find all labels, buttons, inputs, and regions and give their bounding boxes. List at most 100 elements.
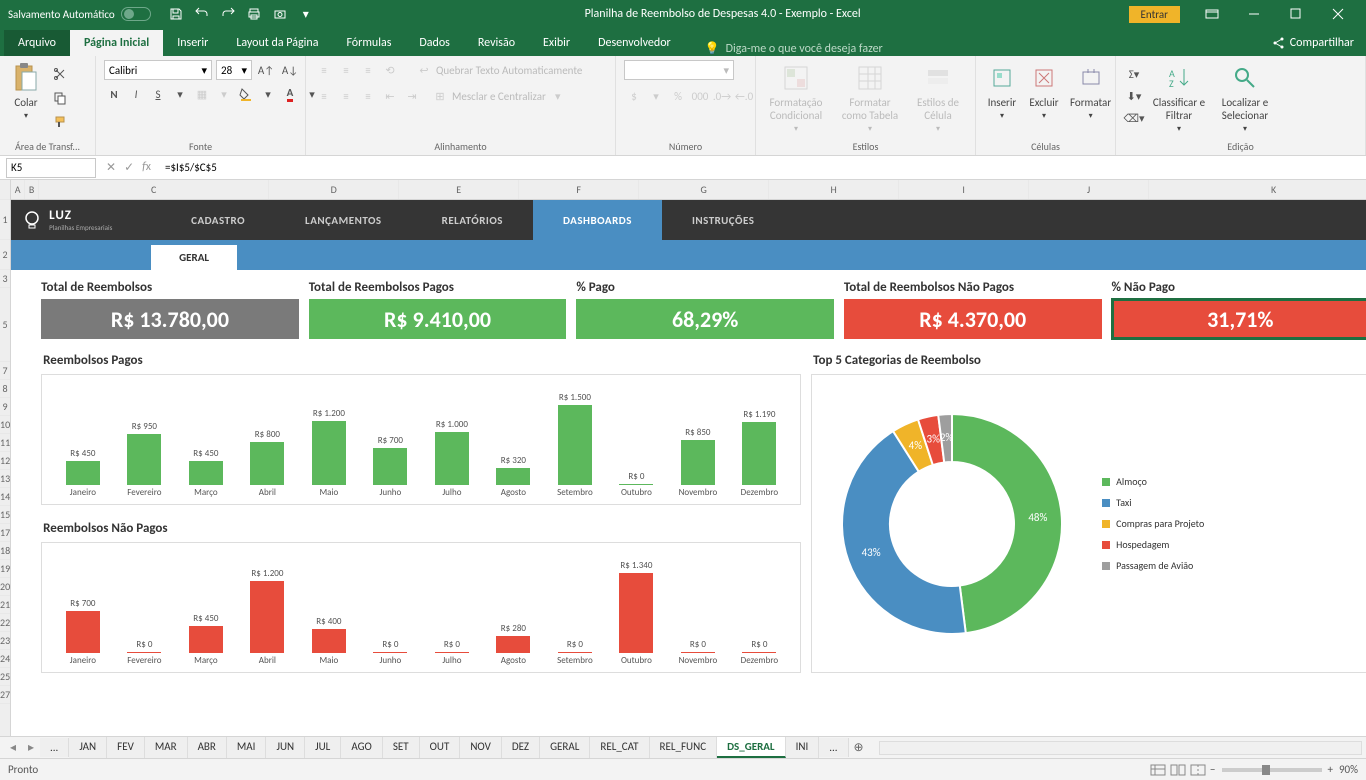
maximize-icon[interactable] [1276,0,1316,28]
border-icon[interactable]: ▦ [192,84,212,104]
increase-decimal-icon[interactable]: .0→ [712,86,732,106]
sheet-tab[interactable]: REL_CAT [590,737,649,758]
dashnav-item[interactable]: CADASTRO [161,200,275,240]
sheet-tab[interactable]: NOV [460,737,502,758]
kpi-pct-naopago-value[interactable]: 31,71% [1112,299,1366,339]
wrap-text-label[interactable]: Quebrar Texto Automaticamente [436,64,582,77]
row-header[interactable]: 24 [0,650,10,668]
minimize-icon[interactable] [1234,0,1274,28]
align-left-icon[interactable]: ≡ [314,86,334,106]
sheet-tab[interactable]: JAN [69,737,107,758]
col-header[interactable]: E [399,180,519,199]
column-headers[interactable]: ABCDEFGHIJK [11,180,1366,200]
tab-view[interactable]: Exibir [529,30,584,56]
align-right-icon[interactable]: ≡ [358,86,378,106]
tab-formulas[interactable]: Fórmulas [332,30,405,56]
row-header[interactable]: 17 [0,524,10,542]
col-header[interactable]: H [769,180,899,199]
row-header[interactable]: 21 [0,596,10,614]
sheet-tab[interactable]: REL_FUNC [650,737,718,758]
font-select[interactable]: Calibri▾ [104,60,212,80]
col-header[interactable]: G [639,180,769,199]
row-header[interactable]: 5 [0,288,10,362]
row-header[interactable]: 27 [0,686,10,704]
formula-input[interactable] [161,158,1366,178]
align-top-icon[interactable]: ≡ [314,60,334,80]
cancel-formula-icon[interactable]: ✕ [106,160,116,175]
col-header[interactable]: F [519,180,639,199]
thousands-icon[interactable]: 000 [690,86,710,106]
cut-icon[interactable] [50,64,70,84]
bold-icon[interactable]: N [104,84,124,104]
tab-review[interactable]: Revisão [464,30,529,56]
sheet-tab[interactable]: AGO [341,737,383,758]
percent-icon[interactable]: % [668,86,688,106]
sheet-tab[interactable]: JUN [266,737,305,758]
autosum-icon[interactable]: Σ▾ [1124,64,1144,84]
tab-file[interactable]: Arquivo [4,30,70,56]
font-color-icon[interactable]: A [280,84,300,104]
row-header[interactable]: 1 [0,200,10,240]
tab-data[interactable]: Dados [405,30,463,56]
qat-dropdown-icon[interactable]: ▾ [295,3,317,25]
tab-home[interactable]: Página Inicial [70,30,163,56]
cell-styles-button[interactable]: Estilos de Célula▾ [912,60,964,136]
merge-dropdown-icon[interactable]: ▾ [548,86,568,106]
signin-button[interactable]: Entrar [1129,6,1180,23]
share-button[interactable]: Compartilhar [1260,30,1366,56]
dashnav-item[interactable]: INSTRUÇÕES [662,200,784,240]
decrease-indent-icon[interactable]: ⇤ [380,86,400,106]
sheet-tab[interactable]: DEZ [502,737,540,758]
row-headers[interactable]: 123578910111213141517181920212223242527 [0,180,11,736]
redo-icon[interactable] [217,3,239,25]
row-header[interactable]: 13 [0,470,10,488]
paste-button[interactable]: Colar ▾ [8,60,44,123]
underline-dropdown-icon[interactable]: ▾ [170,84,190,104]
row-header[interactable]: 15 [0,506,10,524]
dashnav-item[interactable]: DASHBOARDS [533,200,662,240]
sheet-nav-prev-icon[interactable]: ▸ [22,740,40,755]
fx-icon[interactable]: fx [142,160,151,175]
row-header[interactable]: 20 [0,578,10,596]
confirm-formula-icon[interactable]: ✓ [124,160,134,175]
copy-icon[interactable] [50,88,70,108]
row-header[interactable]: 22 [0,614,10,632]
sheet-tab[interactable]: GERAL [540,737,590,758]
italic-icon[interactable]: I [126,84,146,104]
col-header[interactable]: B [25,180,39,199]
col-header[interactable]: K [1149,180,1366,199]
col-header[interactable]: A [11,180,25,199]
col-header[interactable]: J [1029,180,1149,199]
row-header[interactable]: 19 [0,560,10,578]
add-sheet-icon[interactable]: ⊕ [849,740,869,755]
border-dropdown-icon[interactable]: ▾ [214,84,234,104]
row-header[interactable]: 12 [0,452,10,470]
save-icon[interactable] [165,3,187,25]
decrease-font-icon[interactable]: A↓ [280,60,300,80]
close-icon[interactable] [1318,0,1358,28]
fontsize-select[interactable]: 28▾ [216,60,252,80]
align-center-icon[interactable]: ≡ [336,86,356,106]
sort-filter-button[interactable]: AZ Classificar e Filtrar▾ [1150,60,1208,136]
normal-view-icon[interactable] [1150,764,1166,776]
row-header[interactable]: 2 [0,240,10,270]
sheet-tab[interactable]: MAI [227,737,267,758]
align-middle-icon[interactable]: ≡ [336,60,356,80]
row-header[interactable]: 7 [0,362,10,380]
autosave-toggle[interactable]: Salvamento Automático [8,7,151,21]
tab-insert[interactable]: Inserir [163,30,222,56]
tell-me-search[interactable]: 💡 Diga-me o que você deseja fazer [685,41,1260,56]
row-header[interactable]: 3 [0,270,10,288]
zoom-out-icon[interactable]: − [1210,763,1215,776]
col-header[interactable]: I [899,180,1029,199]
format-painter-icon[interactable] [50,112,70,132]
conditional-format-button[interactable]: Formatação Condicional▾ [764,60,828,136]
align-bottom-icon[interactable]: ≡ [358,60,378,80]
currency-dropdown-icon[interactable]: ▾ [646,86,666,106]
row-header[interactable]: 23 [0,632,10,650]
camera-icon[interactable] [269,3,291,25]
page-break-view-icon[interactable] [1190,764,1206,776]
tab-geral[interactable]: GERAL [151,245,237,270]
ribbon-options-icon[interactable] [1192,0,1232,28]
increase-indent-icon[interactable]: ⇥ [402,86,422,106]
